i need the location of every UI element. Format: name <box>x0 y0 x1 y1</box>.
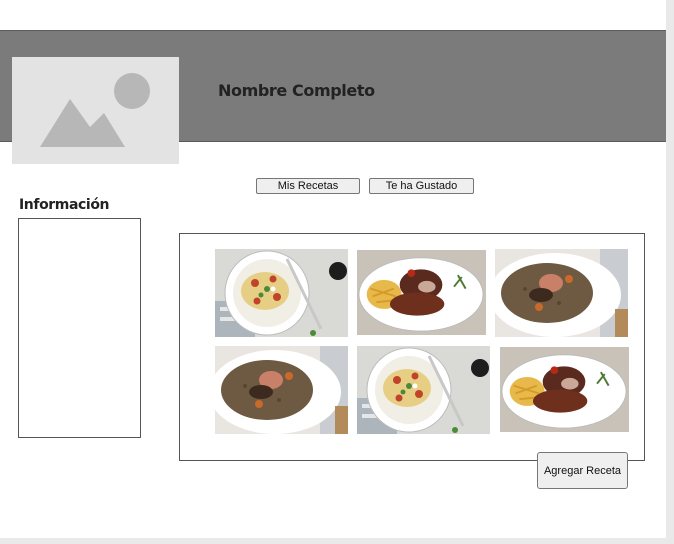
tab-mis-recetas[interactable]: Mis Recetas <box>256 178 360 194</box>
profile-name: Nombre Completo <box>218 81 375 100</box>
image-placeholder-icon <box>12 57 179 164</box>
recipe-photo-3[interactable] <box>495 249 628 337</box>
pasta-plate-photo <box>215 249 348 337</box>
tab-te-ha-gustado[interactable]: Te ha Gustado <box>369 178 474 194</box>
pasta-plate-photo <box>357 346 490 434</box>
meat-fries-photo <box>357 250 486 335</box>
lentil-stew-photo <box>495 249 628 337</box>
meat-fries-photo <box>500 347 629 432</box>
info-panel <box>18 218 141 438</box>
add-recipe-button[interactable]: Agregar Receta <box>537 452 628 489</box>
info-label: Información <box>19 197 110 213</box>
recipe-photo-6[interactable] <box>500 347 629 432</box>
recipe-photo-4[interactable] <box>215 346 348 434</box>
recipe-photo-2[interactable] <box>357 250 486 335</box>
lentil-stew-photo <box>215 346 348 434</box>
recipe-photo-1[interactable] <box>215 249 348 337</box>
recipe-photo-5[interactable] <box>357 346 490 434</box>
